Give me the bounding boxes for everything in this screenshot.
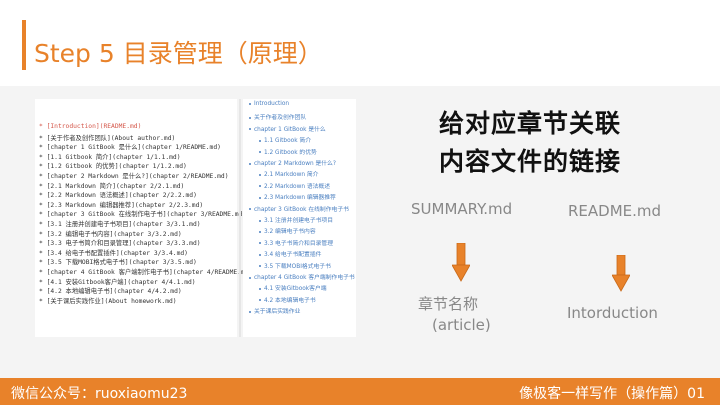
bullet-icon (249, 276, 251, 279)
toc-item-label: 4.1 安装Gitbook客户端 (264, 286, 327, 293)
toc-item[interactable]: chapter 2 Markdown 是什么? (249, 158, 336, 167)
toc-item[interactable]: 2.2 Markdown 语法概述 (259, 181, 330, 190)
article-label: (article) (432, 316, 491, 334)
bullet-icon (249, 310, 251, 313)
bullet-icon (249, 102, 251, 105)
bullet-icon (259, 265, 261, 268)
toc-item-label: 3.4 给电子书配置插件 (264, 252, 322, 259)
bullet-icon (259, 230, 261, 233)
summary-md-line: * [3.2 编辑电子书内容](chapter 3/3.2.md) (39, 230, 182, 238)
bullet-icon (249, 116, 251, 119)
toc-item[interactable]: Introduction (249, 101, 289, 107)
slide: Step 5 目录管理（原理） * [Introduction](README.… (0, 0, 720, 405)
toc-item[interactable]: 3.3 电子书简介和目录管理 (259, 238, 333, 247)
toc-item-label: 4.2 本地编辑电子书 (264, 297, 316, 304)
summary-md-line: * [3.3 电子书简介和目录管理](chapter 3/3.3.md) (39, 240, 201, 248)
toc-item-label: Introduction (254, 101, 290, 107)
toc-item[interactable]: 1.2 Gitbook 的优势 (259, 147, 317, 156)
bullet-icon (259, 196, 261, 199)
readme-md-label: README.md (568, 202, 662, 220)
slide-title: Step 5 目录管理（原理） (34, 39, 323, 68)
bullet-icon (259, 139, 261, 142)
toc-item-label: chapter 1 GitBook 是什么 (254, 126, 326, 133)
toc-item-label: chapter 2 Markdown 是什么? (254, 161, 336, 167)
summary-md-line: * [3.5 下载MOBI格式电子书](chapter 3/3.5.md) (39, 259, 197, 267)
bullet-icon (249, 128, 251, 131)
heading-line-1: 给对应章节关联 (438, 109, 621, 138)
toc-item[interactable]: chapter 4 GitBook 客户端制作电子书 (249, 272, 355, 281)
toc-item-label: 3.1 注册并创建电子书项目 (264, 218, 334, 224)
toc-item-label: 3.3 电子书简介和目录管理 (264, 240, 334, 247)
down-arrow-icon-right (612, 255, 630, 292)
toc-item[interactable]: 3.5 下载MOBI格式电子书 (259, 261, 331, 270)
toc-item-label: 2.3 Markdown 编辑器推荐 (264, 195, 336, 202)
summary-md-line: * [关于课后实践作业](About homework.md) (39, 297, 177, 305)
summary-md-line: * [2.1 Markdown 简介](chapter 2/2.1.md) (39, 182, 185, 190)
toc-item-label: 2.2 Markdown 语法概述 (264, 183, 331, 190)
summary-md-line: * [Introduction](README.md) (39, 123, 142, 130)
summary-md-line: * [chapter 4 GitBook 客户端制作电子书](chapter 4… (39, 269, 253, 276)
toc-item[interactable]: chapter 1 GitBook 是什么 (249, 124, 326, 133)
toc-item[interactable]: 关于课后实践作业 (249, 306, 300, 315)
summary-md-line: * [2.3 Markdown 编辑器推荐](chapter 2/2.3.md) (39, 201, 204, 209)
toc-item[interactable]: 4.2 本地编辑电子书 (259, 295, 316, 304)
chapter-name-label: 章节名称 (418, 295, 479, 313)
summary-md-line: * [chapter 2 Markdown 是什么?](chapter 2/RE… (39, 173, 229, 180)
toc-item[interactable]: 1.1 Gitbook 简介 (259, 135, 311, 144)
summary-md-line: * [chapter 1 GitBook 是什么](chapter 1/READ… (39, 144, 221, 152)
bullet-icon (259, 151, 261, 154)
panel-divider (239, 99, 241, 337)
toc-preview-panel: Introduction 关于作者及创作团队 chapter 1 GitBook 是… (243, 99, 356, 337)
toc-item-label: 2.1 Markdown 简介 (264, 172, 319, 179)
toc-item-label: 关于作者及创作团队 (254, 115, 307, 122)
toc-item-label: 3.5 下载MOBI格式电子书 (264, 263, 331, 270)
intorduction-label: Intorduction (567, 304, 658, 322)
bullet-icon (259, 242, 261, 245)
summary-md-line: * [4.1 安装Gitbook客户端](chapter 4/4.1.md) (39, 278, 196, 286)
bullet-icon (249, 162, 251, 165)
summary-md-line: * [chapter 3 GitBook 在线制作电子书](chapter 3/… (39, 211, 247, 219)
summary-md-label: SUMMARY.md (411, 200, 513, 218)
toc-item-label: chapter 3 GitBook 在线制作电子书 (254, 206, 349, 213)
toc-item[interactable]: 2.3 Markdown 编辑器推荐 (259, 192, 336, 201)
toc-item-label: 3.2 编辑电子书内容 (264, 229, 316, 236)
summary-md-line: * [1.1 Gitbook 简介](chapter 1/1.1.md) (39, 153, 181, 161)
bullet-icon (259, 253, 261, 256)
summary-md-line: * [3.1 注册并创建电子书项目](chapter 3/3.1.md) (39, 221, 201, 228)
toc-item[interactable]: 4.1 安装Gitbook客户端 (259, 283, 327, 292)
bullet-icon (259, 299, 261, 302)
summary-md-line: * [3.4 给电子书配置插件](chapter 3/3.4.md) (39, 249, 188, 257)
toc-item-label: 关于课后实践作业 (254, 309, 301, 316)
footer-series-text: 像极客一样写作（操作篇）01 (519, 386, 705, 402)
summary-md-panel: * [Introduction](README.md) * [关于作者及创作团队]… (35, 99, 252, 337)
summary-md-line: * [关于作者及创作团队](About author.md) (39, 134, 176, 142)
heading-line-2: 内容文件的链接 (438, 147, 621, 176)
footer-wechat-text: 微信公众号：ruoxiaomu23 (11, 386, 188, 402)
toc-item-label: 1.1 Gitbook 简介 (264, 138, 312, 145)
down-arrow-icon-left (452, 243, 470, 282)
toc-item[interactable]: 3.4 给电子书配置插件 (259, 249, 321, 258)
summary-md-line: * [1.2 Gitbook 的优势](chapter 1/1.2.md) (39, 163, 187, 171)
summary-md-line: * [4.2 本地编辑电子书](chapter 4/4.2.md) (39, 288, 182, 296)
bullet-icon (249, 208, 251, 211)
bullet-icon (259, 219, 261, 222)
toc-item-label: 1.2 Gitbook 的优势 (264, 149, 317, 156)
bullet-icon (259, 185, 261, 188)
toc-item[interactable]: 3.1 注册并创建电子书项目 (259, 215, 333, 224)
toc-item[interactable]: 2.1 Markdown 简介 (259, 169, 318, 178)
toc-item[interactable]: 3.2 编辑电子书内容 (259, 226, 316, 235)
toc-item[interactable]: 关于作者及创作团队 (249, 112, 306, 121)
bullet-icon (259, 287, 261, 290)
title-accent-bar (22, 20, 26, 70)
toc-item[interactable]: chapter 3 GitBook 在线制作电子书 (249, 204, 349, 213)
summary-md-line: * [2.2 Markdown 语法概述](chapter 2/2.2.md) (39, 192, 197, 200)
bullet-icon (259, 173, 261, 176)
toc-item-label: chapter 4 GitBook 客户端制作电子书 (254, 275, 355, 281)
